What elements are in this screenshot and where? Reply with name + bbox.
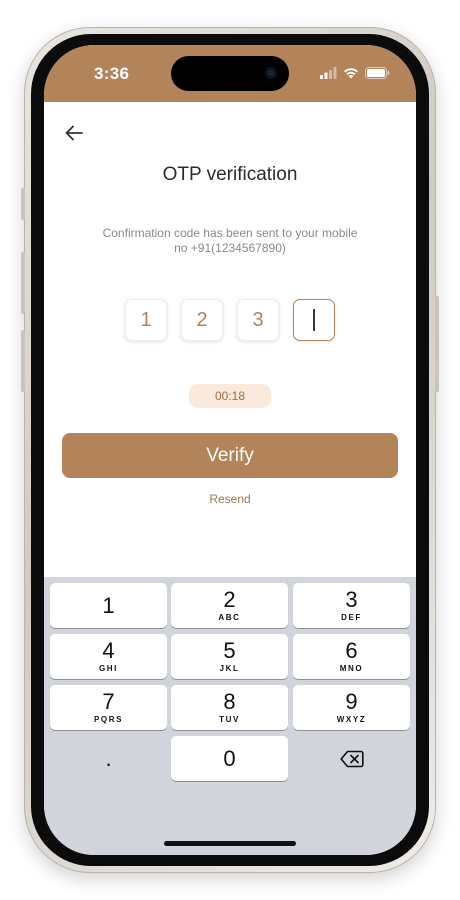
key-2[interactable]: 2 ABC [171, 583, 288, 628]
key-5-letters: JKL [219, 664, 240, 673]
key-7[interactable]: 7 PQRS [50, 685, 167, 730]
dynamic-island [171, 56, 289, 91]
key-0[interactable]: 0 [171, 736, 288, 781]
volume-up-button [21, 252, 25, 314]
backspace-icon [339, 750, 364, 767]
action-button [21, 188, 25, 220]
otp-digit-2[interactable]: 2 [181, 299, 223, 341]
otp-input-row: 1 2 3 [44, 299, 416, 343]
wifi-icon [344, 68, 358, 79]
confirmation-message: Confirmation code has been sent to your … [80, 226, 380, 256]
key-2-number: 2 [223, 587, 236, 612]
back-button[interactable] [62, 121, 86, 145]
key-6-letters: MNO [339, 664, 364, 673]
power-button [435, 296, 439, 392]
key-dot-label: . [105, 745, 112, 771]
confirmation-message-line1: Confirmation code has been sent to your … [102, 226, 358, 240]
key-9[interactable]: 9 WXYZ [293, 685, 410, 730]
key-8-number: 8 [223, 689, 236, 714]
device-stage: 3:36 OTP verification Confirmation code … [0, 0, 460, 900]
key-4-number: 4 [102, 638, 115, 663]
key-7-number: 7 [102, 689, 115, 714]
key-0-number: 0 [223, 745, 236, 771]
home-indicator[interactable] [164, 841, 296, 846]
key-6-number: 6 [345, 638, 358, 663]
status-time: 3:36 [94, 64, 130, 83]
arrow-left-icon [65, 125, 83, 141]
key-9-number: 9 [345, 689, 358, 714]
key-3-number: 3 [345, 587, 358, 612]
signal-bars-icon [320, 67, 337, 79]
delete-key[interactable] [293, 736, 410, 781]
key-5[interactable]: 5 JKL [171, 634, 288, 679]
text-caret [313, 309, 315, 331]
otp-digit-1[interactable]: 1 [125, 299, 167, 341]
key-1-number: 1 [102, 592, 115, 618]
status-icons [320, 66, 390, 80]
screen: 3:36 OTP verification Confirmation code … [44, 45, 416, 855]
battery-icon [365, 67, 390, 79]
otp-digit-3[interactable]: 3 [237, 299, 279, 341]
key-4-letters: GHI [98, 664, 119, 673]
key-3-letters: DEF [341, 613, 362, 622]
verify-button[interactable]: Verify [62, 433, 398, 478]
key-3[interactable]: 3 DEF [293, 583, 410, 628]
camera-icon [265, 67, 277, 79]
key-8[interactable]: 8 TUV [171, 685, 288, 730]
volume-down-button [21, 330, 25, 392]
key-2-letters: ABC [218, 613, 241, 622]
status-bar: 3:36 [44, 45, 416, 102]
otp-digit-4[interactable] [293, 299, 335, 341]
key-8-letters: TUV [219, 715, 240, 724]
key-5-number: 5 [223, 638, 236, 663]
key-7-letters: PQRS [93, 715, 124, 724]
key-4[interactable]: 4 GHI [50, 634, 167, 679]
countdown-timer: 00:18 [189, 384, 271, 408]
key-dot[interactable]: . [50, 736, 167, 781]
numeric-keypad: 1 2 ABC 3 DEF 4 GHI 5 JKL 6 MNO 7 PQRS 8… [44, 577, 416, 855]
key-6[interactable]: 6 MNO [293, 634, 410, 679]
resend-link[interactable]: Resend [44, 492, 416, 506]
page-title: OTP verification [162, 164, 298, 185]
key-9-letters: WXYZ [336, 715, 367, 724]
confirmation-message-line2: no +91(1234567890) [174, 241, 286, 255]
key-1[interactable]: 1 [50, 583, 167, 628]
